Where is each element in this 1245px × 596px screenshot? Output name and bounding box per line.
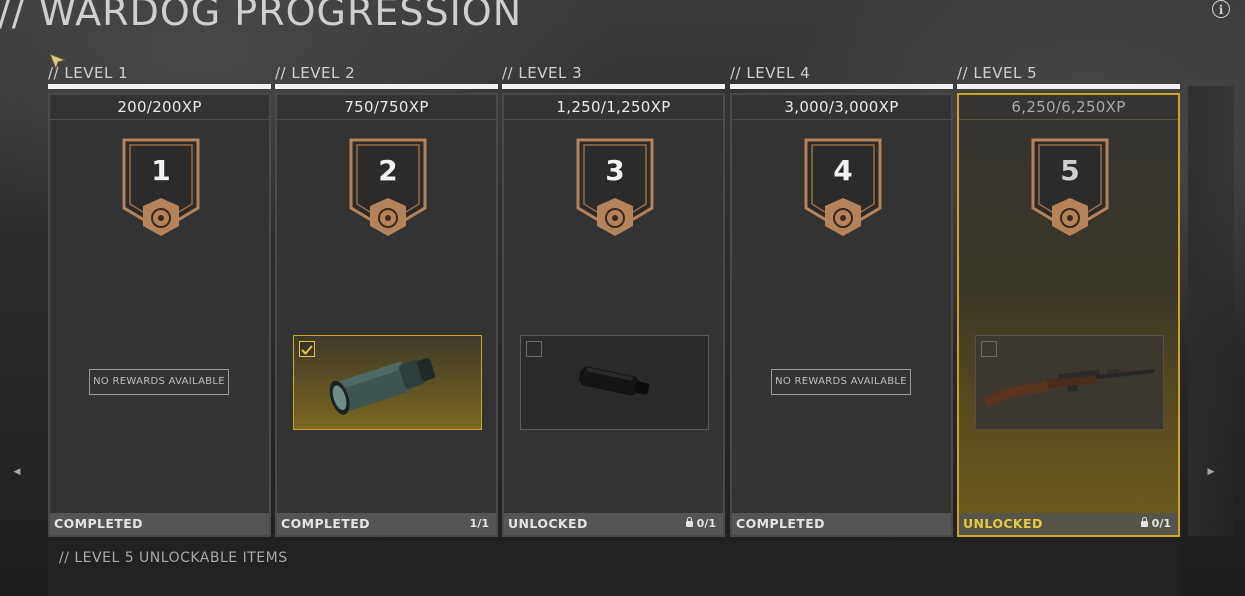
level-column-5: // LEVEL 5 6,250/6,250XP 5 UNLOCKED 0/1: [957, 62, 1180, 537]
unlockable-items-title: // LEVEL 5 UNLOCKABLE ITEMS: [59, 550, 288, 566]
unlockable-items-panel: // LEVEL 5 UNLOCKABLE ITEMS: [48, 541, 1180, 596]
status-text: COMPLETED: [54, 516, 143, 531]
badge-number: 2: [378, 154, 398, 187]
rank-badge: 2: [348, 138, 428, 240]
rifle-icon: [983, 368, 1155, 408]
unowned-checkbox: [981, 341, 997, 357]
rank-badge: 4: [803, 138, 883, 240]
badge-number: 4: [833, 154, 853, 187]
checkmark-icon: [301, 345, 313, 355]
unowned-checkbox: [526, 341, 542, 357]
level-label: // LEVEL 5: [957, 64, 1038, 82]
status-bar: COMPLETED: [50, 513, 269, 535]
owned-checkbox: [299, 341, 315, 357]
level-label: // LEVEL 2: [275, 64, 356, 82]
status-text: COMPLETED: [281, 516, 370, 531]
status-text: COMPLETED: [736, 516, 825, 531]
level-column-4: // LEVEL 4 3,000/3,000XP 4 NO REWARDS AV…: [730, 62, 953, 537]
page-title: // WARDOG PROGRESSION: [0, 0, 523, 34]
status-text: UNLOCKED: [508, 516, 588, 531]
xp-value: 3,000/3,000XP: [732, 95, 951, 120]
reward-item-scope[interactable]: [293, 335, 482, 430]
level-column-2: // LEVEL 2 750/750XP 2 COMPLETED 1/1: [275, 62, 498, 537]
level-card-selected[interactable]: 6,250/6,250XP 5 UNLOCKED 0/1: [957, 93, 1180, 537]
level-label: // LEVEL 3: [502, 64, 583, 82]
badge-number: 1: [151, 154, 171, 187]
level-card[interactable]: 200/200XP 1 NO REWARDS AVAILABLE COMPLET…: [48, 93, 271, 537]
xp-value: 1,250/1,250XP: [504, 95, 723, 120]
status-bar: COMPLETED 1/1: [277, 513, 496, 535]
reward-count-wrap: 0/1: [685, 513, 716, 535]
level-label: // LEVEL 4: [730, 64, 811, 82]
level-label: // LEVEL 1: [48, 64, 129, 82]
no-rewards-label: NO REWARDS AVAILABLE: [771, 369, 911, 395]
status-bar: UNLOCKED 0/1: [504, 513, 723, 535]
badge-number: 3: [605, 154, 625, 187]
level-progress-bar: [730, 84, 953, 89]
lock-icon: [1140, 517, 1148, 527]
level-card[interactable]: 750/750XP 2 COMPLETED 1/1: [275, 93, 498, 537]
rank-badge: 1: [121, 138, 201, 240]
rank-badge: 5: [1030, 138, 1110, 240]
level-card[interactable]: 3,000/3,000XP 4 NO REWARDS AVAILABLE COM…: [730, 93, 953, 537]
status-bar: COMPLETED: [732, 513, 951, 535]
reward-item-suppressor[interactable]: [520, 335, 709, 430]
level-column-1: // LEVEL 1 200/200XP 1 NO REWARDS AVAILA…: [48, 62, 271, 537]
no-rewards-label: NO REWARDS AVAILABLE: [89, 369, 229, 395]
rank-badge: 3: [575, 138, 655, 240]
scope-icon: [329, 358, 436, 415]
level-progress-bar: [48, 84, 271, 89]
reward-count: 1/1: [469, 517, 489, 530]
reward-item-rifle[interactable]: [975, 335, 1164, 430]
previous-arrow-icon[interactable]: ◀: [12, 465, 22, 479]
level-progress-bar: [502, 84, 725, 89]
xp-value: 750/750XP: [277, 95, 496, 120]
level-progress-bar: [275, 84, 498, 89]
xp-value: 6,250/6,250XP: [959, 95, 1178, 120]
badge-number: 5: [1060, 154, 1080, 187]
xp-value: 200/200XP: [50, 95, 269, 120]
status-text: UNLOCKED: [963, 516, 1043, 531]
reward-count: 0/1: [696, 517, 716, 530]
info-icon[interactable]: i: [1212, 0, 1230, 18]
next-arrow-icon[interactable]: ▶: [1206, 465, 1216, 479]
status-bar: UNLOCKED 0/1: [959, 513, 1178, 535]
level-column-3: // LEVEL 3 1,250/1,250XP 3 UNLOCKED 0/1: [502, 62, 725, 537]
reward-count: 0/1: [1151, 517, 1171, 530]
suppressor-icon: [578, 366, 650, 396]
reward-count-wrap: 0/1: [1140, 513, 1171, 535]
level-progress-bar: [957, 84, 1180, 89]
level-card[interactable]: 1,250/1,250XP 3 UNLOCKED 0/1: [502, 93, 725, 537]
lock-icon: [685, 517, 693, 527]
